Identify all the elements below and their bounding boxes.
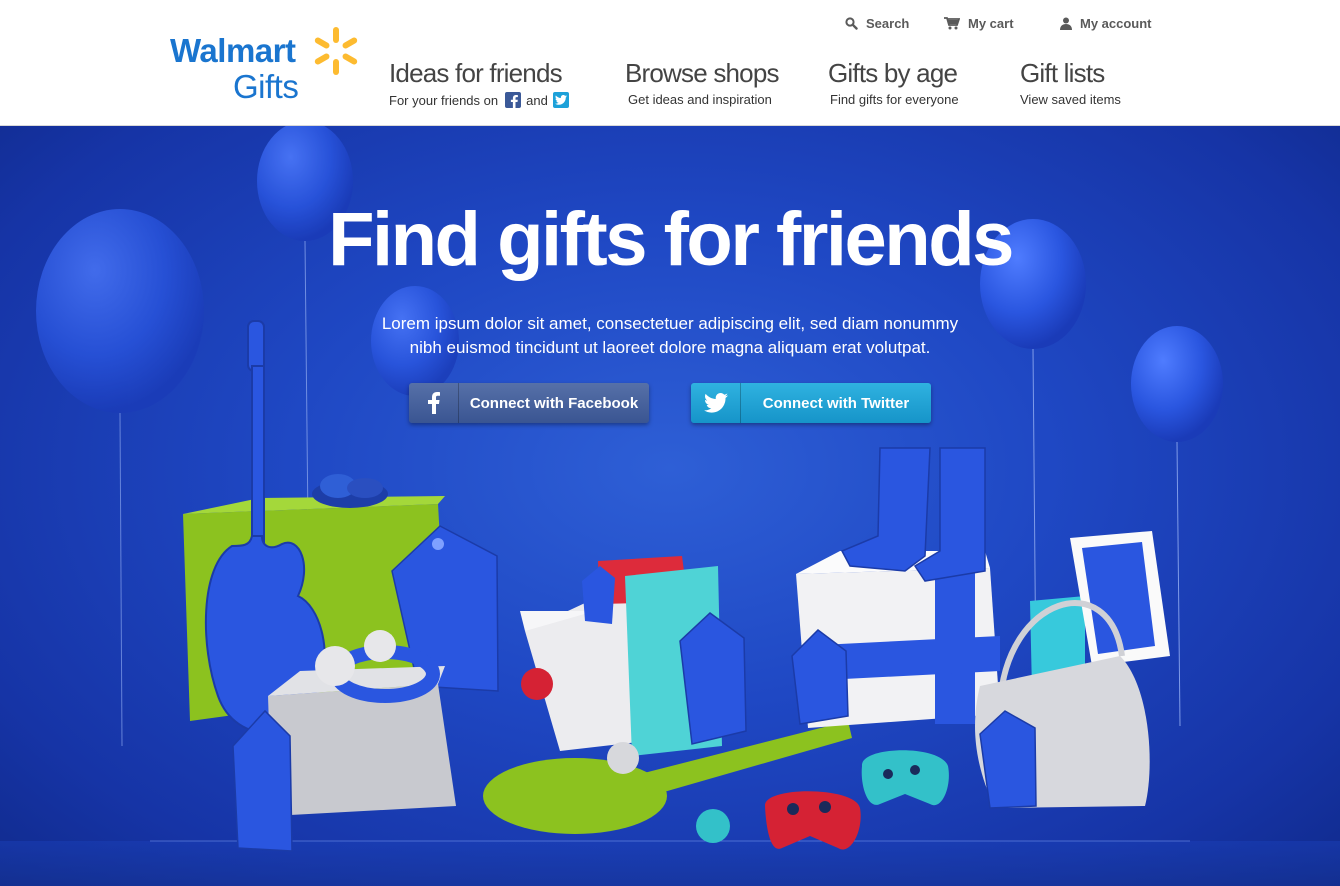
- nav-title: Ideas for friends: [389, 58, 563, 88]
- connect-twitter-button[interactable]: Connect with Twitter: [691, 383, 931, 423]
- facebook-icon: [505, 92, 522, 108]
- nav-subtitle: Get ideas and inspiration: [628, 92, 772, 107]
- user-icon: [1060, 17, 1072, 30]
- nav-subtitle-joiner: and: [526, 92, 548, 108]
- nav-title: Browse shops: [625, 58, 780, 88]
- hero-title: Find gifts for friends: [328, 197, 1014, 282]
- hero-banner: Find gifts for friends Lorem ipsum dolor…: [0, 126, 1340, 886]
- nav-gifts-by-age[interactable]: Gifts by age Find gifts for everyone: [828, 58, 959, 107]
- search-label: Search: [866, 15, 910, 31]
- connect-facebook-button[interactable]: Connect with Facebook: [409, 383, 649, 423]
- account-link[interactable]: My account: [1060, 14, 1152, 32]
- balloon: [36, 209, 204, 747]
- search-icon: [845, 16, 858, 30]
- nav-ideas-for-friends[interactable]: Ideas for friends For your friends on an…: [389, 58, 569, 108]
- twitter-icon: [691, 383, 741, 423]
- nav-subtitle: For your friends on and: [389, 92, 569, 108]
- walmart-gifts-logo[interactable]: Walmart Gifts: [170, 26, 365, 106]
- logo-brand-text: Walmart: [170, 32, 296, 69]
- balloon: [1131, 326, 1223, 727]
- nav-title: Gifts by age: [828, 58, 958, 88]
- twitter-button-label: Connect with Twitter: [762, 394, 910, 412]
- nav-gift-lists[interactable]: Gift lists View saved items: [1020, 58, 1121, 107]
- site-header: Walmart Gifts Search My cart My account …: [0, 0, 1340, 126]
- facebook-button-label: Connect with Facebook: [469, 394, 639, 412]
- nav-subtitle: Find gifts for everyone: [830, 92, 959, 107]
- nav-subtitle: View saved items: [1020, 92, 1121, 107]
- search-link[interactable]: Search: [845, 14, 909, 32]
- nav-title: Gift lists: [1020, 58, 1105, 88]
- cart-label: My cart: [968, 15, 1014, 31]
- twitter-icon: [552, 92, 569, 108]
- cart-link[interactable]: My cart: [944, 14, 1014, 32]
- account-label: My account: [1080, 15, 1152, 31]
- facebook-icon: [409, 383, 459, 423]
- nav-subtitle-text: For your friends on: [389, 92, 499, 108]
- hero-body: Lorem ipsum dolor sit amet, consectetuer…: [381, 314, 959, 357]
- walmart-spark-icon: [314, 27, 358, 75]
- game-controller: [861, 750, 949, 806]
- nav-browse-shops[interactable]: Browse shops Get ideas and inspiration: [625, 58, 780, 107]
- balloon: [257, 126, 353, 527]
- logo-sub-text: Gifts: [233, 68, 299, 105]
- cart-icon: [944, 16, 960, 29]
